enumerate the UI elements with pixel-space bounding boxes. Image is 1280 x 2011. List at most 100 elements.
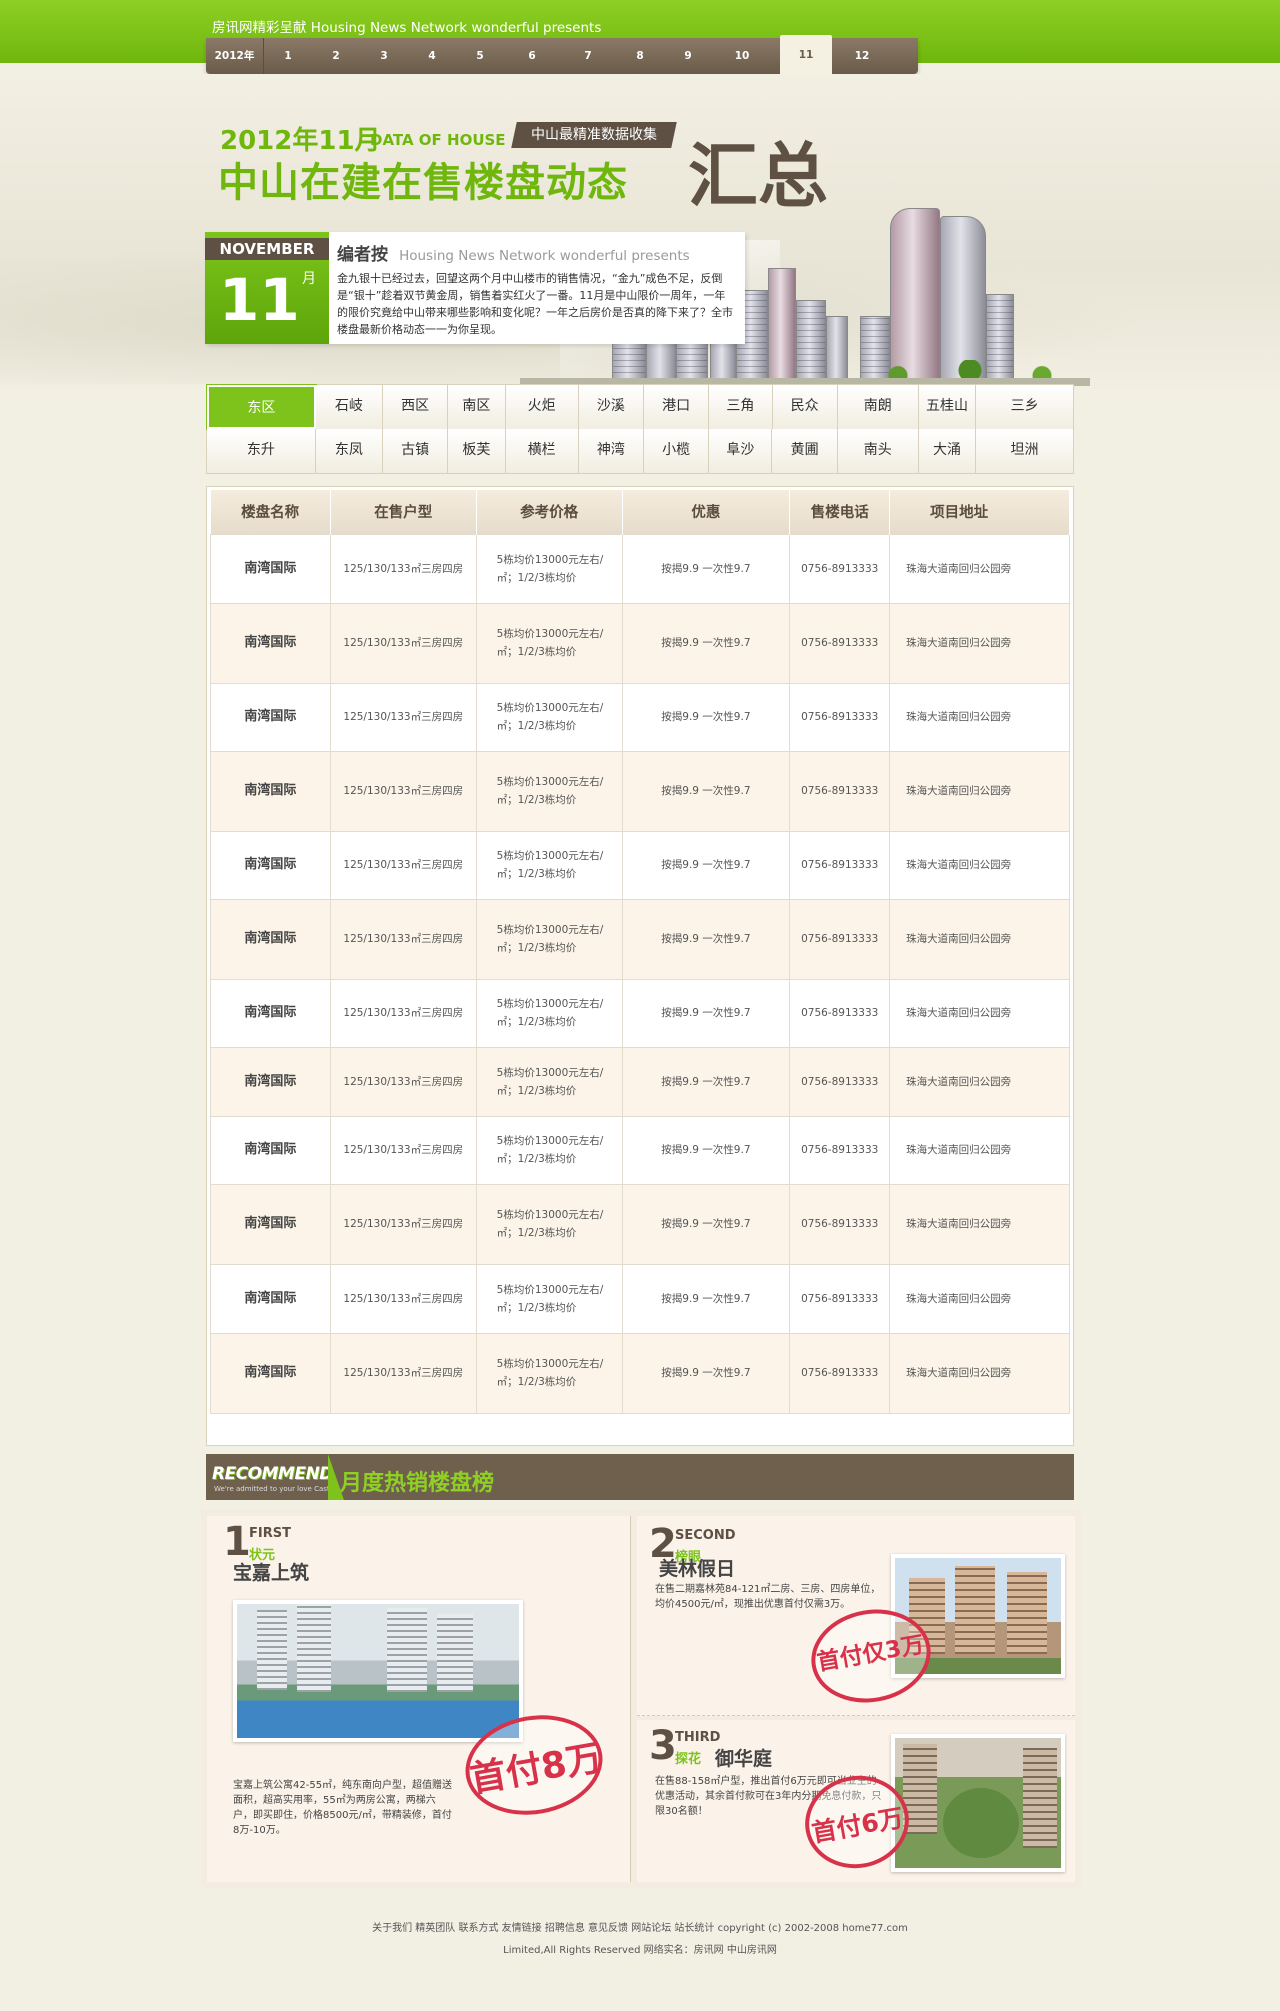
month-tab-10[interactable]: 10 bbox=[712, 38, 772, 74]
project-address-cell: 珠海大道南回归公园旁 bbox=[889, 750, 1070, 832]
recommend-bar: RECOMMEND We're admitted to your love Ca… bbox=[206, 1454, 1074, 1500]
property-table: 楼盘名称 在售户型 参考价格 优惠 售楼电话 项目地址 南湾国际 125/130/… bbox=[210, 490, 1070, 1414]
table-row[interactable]: 南湾国际 125/130/133㎡三房四房 5栋均价13000元左右/㎡；1/2/3… bbox=[210, 602, 1070, 684]
sales-phone-cell: 0756-8913333 bbox=[789, 682, 891, 752]
district-tab[interactable]: 神湾 bbox=[578, 429, 644, 473]
discount-cell: 按揭9.9 一次性9.7 bbox=[621, 978, 791, 1048]
project-address-cell: 珠海大道南回归公园旁 bbox=[889, 830, 1070, 900]
unit-types-cell: 125/130/133㎡三房四房 bbox=[329, 978, 477, 1048]
rank-number: 3 bbox=[649, 1723, 677, 1769]
district-tab[interactable]: 横栏 bbox=[505, 429, 579, 473]
discount-cell: 按揭9.9 一次性9.7 bbox=[621, 1183, 791, 1265]
reference-price-cell: 5栋均价13000元左右/㎡；1/2/3栋均价 bbox=[475, 682, 623, 752]
property-name-cell: 南湾国际 bbox=[210, 830, 331, 900]
district-tab[interactable]: 板芙 bbox=[448, 429, 506, 473]
month-tab-12[interactable]: 12 bbox=[832, 38, 892, 74]
table-row[interactable]: 南湾国际 125/130/133㎡三房四房 5栋均价13000元左右/㎡；1/2/3… bbox=[210, 898, 1070, 980]
footer-link[interactable]: 站长统计 bbox=[674, 1923, 714, 1934]
recommend-english: RECOMMEND bbox=[212, 1464, 333, 1484]
footer-link[interactable]: 精英团队 bbox=[415, 1923, 455, 1934]
footer-link[interactable]: 招聘信息 bbox=[545, 1923, 585, 1934]
district-tab[interactable]: 东区 bbox=[206, 384, 317, 430]
column-header: 优惠 bbox=[622, 490, 791, 534]
project-name[interactable]: 宝嘉上筑 bbox=[233, 1558, 309, 1585]
unit-types-cell: 125/130/133㎡三房四房 bbox=[329, 1046, 477, 1117]
sales-phone-cell: 0756-8913333 bbox=[789, 1115, 891, 1185]
district-tab[interactable]: 大涌 bbox=[918, 429, 977, 473]
district-tab[interactable]: 南区 bbox=[448, 385, 506, 429]
district-tab[interactable]: 民众 bbox=[772, 385, 838, 429]
district-tab[interactable]: 东凤 bbox=[315, 429, 383, 473]
table-row[interactable]: 南湾国际 125/130/133㎡三房四房 5栋均价13000元左右/㎡；1/2/3… bbox=[210, 978, 1070, 1048]
rank-label: FIRST bbox=[249, 1526, 291, 1541]
project-photo[interactable] bbox=[891, 1734, 1065, 1872]
sales-phone-cell: 0756-8913333 bbox=[789, 750, 891, 832]
project-name[interactable]: 御华庭 bbox=[715, 1744, 772, 1771]
sales-phone-cell: 0756-8913333 bbox=[789, 898, 891, 980]
district-tab[interactable]: 东升 bbox=[207, 429, 316, 473]
district-tab[interactable]: 三角 bbox=[709, 385, 773, 429]
district-tab[interactable]: 沙溪 bbox=[578, 385, 644, 429]
district-tab[interactable]: 港口 bbox=[643, 385, 710, 429]
month-tab-5[interactable]: 5 bbox=[456, 38, 504, 74]
district-tab[interactable]: 西区 bbox=[382, 385, 449, 429]
property-name-cell: 南湾国际 bbox=[210, 602, 331, 684]
rank-number: 1 bbox=[223, 1519, 251, 1565]
footer-link[interactable]: 友情链接 bbox=[502, 1923, 542, 1934]
district-tab[interactable]: 五桂山 bbox=[918, 385, 977, 429]
footer-link[interactable]: 意见反馈 bbox=[588, 1923, 628, 1934]
month-tab-11[interactable]: 11 bbox=[780, 35, 832, 75]
editor-title: 编者按 bbox=[337, 245, 388, 265]
project-name[interactable]: 美林假日 bbox=[659, 1554, 735, 1581]
project-photo[interactable] bbox=[233, 1600, 523, 1742]
district-nav: 东区 石岐 西区 南区 火炬 沙溪 港口 三角 民众 南朗 五桂山 三乡 东升 … bbox=[206, 384, 1074, 474]
district-tab[interactable]: 坦洲 bbox=[976, 429, 1073, 473]
table-row[interactable]: 南湾国际 125/130/133㎡三房四房 5栋均价13000元左右/㎡；1/2/3… bbox=[210, 682, 1070, 752]
property-name-cell: 南湾国际 bbox=[210, 1115, 331, 1185]
month-tab-8[interactable]: 8 bbox=[616, 38, 664, 74]
month-tab-4[interactable]: 4 bbox=[408, 38, 456, 74]
month-tab-9[interactable]: 9 bbox=[664, 38, 712, 74]
year-label[interactable]: 2012年 bbox=[206, 38, 264, 74]
month-tab-3[interactable]: 3 bbox=[360, 38, 408, 74]
discount-cell: 按揭9.9 一次性9.7 bbox=[621, 750, 791, 832]
district-tab[interactable]: 南头 bbox=[837, 429, 919, 473]
district-tab[interactable]: 阜沙 bbox=[709, 429, 773, 473]
table-row[interactable]: 南湾国际 125/130/133㎡三房四房 5栋均价13000元左右/㎡；1/2/3… bbox=[210, 1263, 1070, 1334]
reference-price-cell: 5栋均价13000元左右/㎡；1/2/3栋均价 bbox=[475, 830, 623, 900]
discount-cell: 按揭9.9 一次性9.7 bbox=[621, 1263, 791, 1334]
district-tab[interactable]: 三乡 bbox=[976, 385, 1074, 429]
editor-subtitle: Housing News Network wonderful presents bbox=[399, 248, 690, 264]
month-tab-2[interactable]: 2 bbox=[312, 38, 360, 74]
table-row[interactable]: 南湾国际 125/130/133㎡三房四房 5栋均价13000元左右/㎡；1/2/3… bbox=[210, 1115, 1070, 1185]
month-tab-1[interactable]: 1 bbox=[264, 38, 312, 74]
district-tab[interactable]: 南朗 bbox=[837, 385, 919, 429]
recommend-third[interactable]: 3 THIRD 探花 御华庭 在售88-158㎡户型，推出首付6万元即可当业主的… bbox=[637, 1720, 1075, 1882]
table-row[interactable]: 南湾国际 125/130/133㎡三房四房 5栋均价13000元左右/㎡；1/2/3… bbox=[210, 1332, 1070, 1414]
discount-cell: 按揭9.9 一次性9.7 bbox=[621, 602, 791, 684]
district-tab[interactable]: 石岐 bbox=[315, 385, 383, 429]
property-table-panel: 楼盘名称 在售户型 参考价格 优惠 售楼电话 项目地址 南湾国际 125/130/… bbox=[206, 486, 1074, 1446]
table-row[interactable]: 南湾国际 125/130/133㎡三房四房 5栋均价13000元左右/㎡；1/2/3… bbox=[210, 533, 1070, 604]
recommend-first[interactable]: 1 FIRST 状元 宝嘉上筑 首付8万 宝嘉上筑公寓42-55㎡，纯东南向户型… bbox=[207, 1516, 631, 1882]
table-row[interactable]: 南湾国际 125/130/133㎡三房四房 5栋均价13000元左右/㎡；1/2/3… bbox=[210, 1183, 1070, 1265]
footer-link[interactable]: 网站论坛 bbox=[631, 1923, 671, 1934]
district-tab[interactable]: 黄圃 bbox=[772, 429, 838, 473]
project-address-cell: 珠海大道南回归公园旁 bbox=[889, 978, 1070, 1048]
sales-phone-cell: 0756-8913333 bbox=[789, 1046, 891, 1117]
table-row[interactable]: 南湾国际 125/130/133㎡三房四房 5栋均价13000元左右/㎡；1/2/3… bbox=[210, 750, 1070, 832]
district-tab[interactable]: 火炬 bbox=[505, 385, 579, 429]
reference-price-cell: 5栋均价13000元左右/㎡；1/2/3栋均价 bbox=[475, 1183, 623, 1265]
site-slogan: 房讯网精彩呈献 Housing News Network wonderful p… bbox=[212, 20, 602, 36]
footer-link[interactable]: 关于我们 bbox=[372, 1923, 412, 1934]
month-tab-7[interactable]: 7 bbox=[560, 38, 616, 74]
reference-price-cell: 5栋均价13000元左右/㎡；1/2/3栋均价 bbox=[475, 1115, 623, 1185]
district-tab[interactable]: 小榄 bbox=[643, 429, 710, 473]
table-row[interactable]: 南湾国际 125/130/133㎡三房四房 5栋均价13000元左右/㎡；1/2/3… bbox=[210, 1046, 1070, 1117]
table-row[interactable]: 南湾国际 125/130/133㎡三房四房 5栋均价13000元左右/㎡；1/2/3… bbox=[210, 830, 1070, 900]
district-tab[interactable]: 古镇 bbox=[382, 429, 449, 473]
month-tab-6[interactable]: 6 bbox=[504, 38, 560, 74]
recommend-second[interactable]: 2 SECOND 榜眼 美林假日 在售二期嘉林苑84-121㎡二房、三房、四房单… bbox=[637, 1516, 1075, 1716]
property-name-cell: 南湾国际 bbox=[210, 898, 331, 980]
footer-link[interactable]: 联系方式 bbox=[458, 1923, 498, 1934]
